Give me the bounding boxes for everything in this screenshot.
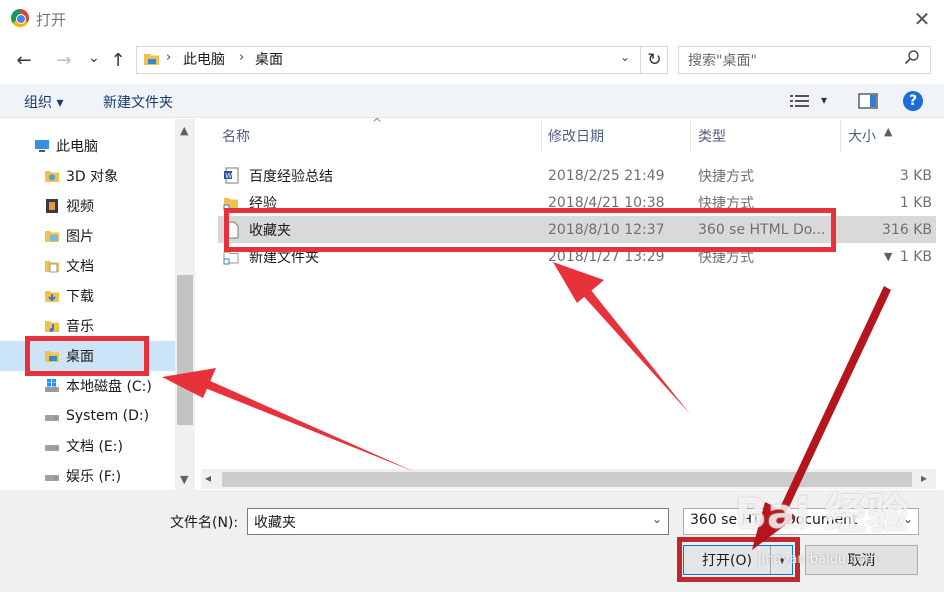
sidebar-scroll-up[interactable]: ▲: [180, 124, 188, 137]
filename-label: 文件名(N):: [170, 515, 239, 531]
sidebar-item-label: System (D:): [66, 408, 150, 424]
column-header-name[interactable]: 名称: [222, 126, 250, 146]
file-modified: 2018/2/25 21:49: [548, 167, 665, 184]
hscroll-left[interactable]: ◂: [205, 471, 211, 485]
back-button[interactable]: ←: [12, 48, 36, 72]
drive-icon: [45, 445, 59, 451]
breadcrumb-separator: ›: [166, 50, 172, 65]
sidebar-item-drive-f[interactable]: 娱乐 (F:): [0, 461, 175, 491]
sidebar-item-label: 音乐: [66, 319, 94, 335]
folder-icon: [144, 54, 159, 65]
column-divider[interactable]: [541, 120, 542, 152]
highlight-box-selected-file: [224, 208, 836, 252]
sidebar-item-label: 文档 (E:): [66, 439, 123, 455]
highlight-box-desktop: [25, 336, 149, 376]
drive-windows-icon: [45, 379, 59, 392]
sidebar-scroll-down[interactable]: ▼: [180, 473, 188, 486]
file-type: 快捷方式: [698, 168, 754, 185]
sidebar-item-drive-e[interactable]: 文档 (E:): [0, 431, 175, 461]
sidebar-item-3d-objects[interactable]: 3D 对象: [0, 161, 175, 191]
file-size: 3 KB: [899, 167, 932, 184]
baidu-watermark-url: jingyan.baidu.com: [758, 552, 878, 567]
help-icon[interactable]: ?: [903, 91, 923, 111]
sidebar-item-label: 此电脑: [56, 139, 98, 155]
sidebar-scroll-thumb[interactable]: [177, 275, 193, 425]
file-row[interactable]: W 百度经验总结 2018/2/25 21:49 快捷方式 3 KB: [218, 162, 936, 189]
video-icon: [46, 199, 58, 213]
sidebar-item-documents[interactable]: 文档: [0, 251, 175, 281]
column-header-type[interactable]: 类型: [698, 126, 726, 146]
column-divider[interactable]: [840, 120, 841, 152]
sort-indicator-icon: ^: [372, 116, 383, 130]
pictures-icon: [45, 231, 59, 242]
filename-dropdown-icon[interactable]: ⌄: [652, 512, 662, 526]
objects-3d-icon: [45, 171, 59, 182]
file-size: 1 KB: [899, 194, 932, 211]
file-list-scroll-up[interactable]: ▲: [884, 125, 892, 138]
sidebar-item-label: 3D 对象: [66, 169, 119, 185]
word-shortcut-icon: W: [224, 167, 239, 183]
sidebar-item-this-pc[interactable]: 此电脑: [0, 131, 175, 161]
filename-input[interactable]: 收藏夹: [247, 508, 669, 535]
search-placeholder: 搜索"桌面": [688, 53, 757, 69]
drive-icon: [45, 415, 59, 421]
new-folder-button[interactable]: 新建文件夹: [103, 92, 173, 112]
window-title: 打开: [36, 11, 67, 29]
column-divider[interactable]: [690, 120, 691, 152]
sidebar-item-label: 图片: [66, 229, 94, 245]
forward-button[interactable]: →: [52, 48, 76, 72]
baidu-watermark-logo: Bai 经验: [735, 489, 909, 538]
breadcrumb-separator: ›: [239, 50, 245, 65]
search-icon[interactable]: [904, 49, 920, 65]
recent-locations-button[interactable]: ⌄: [82, 46, 106, 70]
sidebar-item-drive-d[interactable]: System (D:): [0, 401, 175, 431]
sidebar-item-label: 文档: [66, 259, 94, 275]
column-header-size[interactable]: 大小: [848, 126, 876, 146]
drive-icon: [45, 475, 59, 481]
organize-button[interactable]: 组织 ▾: [24, 92, 63, 112]
documents-icon: [45, 261, 59, 273]
sidebar-item-label: 娱乐 (F:): [66, 469, 122, 485]
file-size: 316 KB: [882, 221, 932, 238]
arrow-to-desktop: [162, 368, 415, 472]
file-list-scroll-down[interactable]: ▼: [884, 250, 892, 263]
downloads-icon: [45, 291, 59, 302]
view-details-icon[interactable]: [790, 94, 810, 108]
hscroll-right[interactable]: ▸: [921, 471, 927, 485]
refresh-button[interactable]: ↻: [640, 46, 668, 74]
preview-pane-icon[interactable]: [858, 93, 878, 109]
pc-icon: [35, 140, 49, 152]
close-button[interactable]: ✕: [904, 2, 940, 36]
sidebar-item-pictures[interactable]: 图片: [0, 221, 175, 251]
title-bar: [0, 0, 944, 38]
column-header-modified[interactable]: 修改日期: [548, 126, 604, 146]
sidebar-item-label: 本地磁盘 (C:): [66, 379, 152, 395]
sidebar-item-label: 下载: [66, 289, 94, 305]
svg-text:W: W: [225, 171, 232, 179]
breadcrumb-desktop[interactable]: 桌面: [255, 49, 283, 69]
address-dropdown-icon[interactable]: ⌄: [620, 50, 630, 64]
sidebar-item-videos[interactable]: 视频: [0, 191, 175, 221]
sidebar-item-downloads[interactable]: 下载: [0, 281, 175, 311]
up-button[interactable]: ↑: [106, 48, 130, 72]
breadcrumb-this-pc[interactable]: 此电脑: [183, 49, 225, 69]
music-icon: [45, 321, 59, 332]
chrome-app-icon: [11, 9, 29, 27]
view-dropdown-button[interactable]: ▾: [821, 93, 827, 107]
sidebar-item-label: 视频: [66, 199, 94, 215]
arrow-to-selected-file: [553, 262, 690, 414]
file-name: 百度经验总结: [249, 168, 333, 185]
